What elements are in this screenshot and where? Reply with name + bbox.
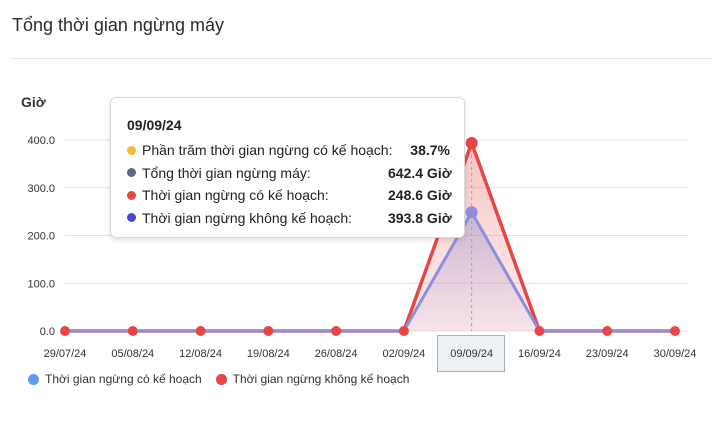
x-tick-label: 26/08/24	[315, 348, 358, 360]
x-tick-label: 02/09/24	[382, 348, 425, 360]
data-point	[398, 326, 409, 336]
x-tick-label: 12/08/24	[179, 348, 222, 360]
tooltip-dot	[127, 168, 136, 178]
tooltip-label: Thời gian ngừng có kế hoạch:	[142, 187, 329, 204]
tooltip-row-unplanned: Thời gian ngừng không kế hoạch: 393.8 Gi…	[127, 207, 452, 230]
x-tick-label: 23/09/24	[586, 348, 629, 360]
legend-label-planned: Thời gian ngừng có kế hoạch	[45, 372, 202, 386]
chart-tooltip: 09/09/24 Phần trăm thời gian ngừng có kế…	[110, 97, 465, 238]
tooltip-dot	[127, 190, 136, 200]
tooltip-value: 38.7%	[410, 142, 450, 159]
tooltip-title: 09/09/24	[127, 117, 182, 133]
tooltip-row-total: Tổng thời gian ngừng máy: 642.4 Giờ	[127, 162, 452, 185]
data-point	[331, 326, 342, 336]
tooltip-value: 642.4 Giờ	[388, 164, 452, 181]
y-tick-label: 200.0	[27, 231, 55, 243]
y-tick-label: 100.0	[27, 278, 55, 290]
y-tick-label: 400.0	[27, 135, 55, 147]
tooltip-row-planned: Thời gian ngừng có kế hoạch: 248.6 Giờ	[127, 184, 452, 207]
data-point	[670, 326, 680, 336]
legend-label-unplanned: Thời gian ngừng không kế hoạch	[232, 372, 410, 386]
x-tick-label: 19/08/24	[247, 348, 290, 360]
data-point	[60, 326, 70, 336]
data-point	[195, 326, 206, 336]
data-point-highlight	[465, 136, 478, 149]
x-tick-label: 16/09/24	[518, 348, 561, 360]
tooltip-dot	[127, 213, 136, 223]
legend-item-unplanned[interactable]: Thời gian ngừng không kế hoạch	[215, 372, 410, 386]
y-axis-label: Giờ	[21, 94, 46, 110]
x-tick-label: 29/07/24	[44, 348, 87, 360]
data-point	[534, 326, 545, 336]
x-tick-label: 30/09/24	[654, 348, 697, 360]
data-point	[263, 326, 274, 336]
legend-item-planned[interactable]: Thời gian ngừng có kế hoạch	[28, 372, 202, 386]
x-tick-label: 09/09/24	[450, 348, 493, 360]
tooltip-dot	[127, 145, 136, 155]
tooltip-label: Phần trăm thời gian ngừng có kế hoạch:	[142, 142, 393, 159]
tooltip-label: Tổng thời gian ngừng máy:	[142, 164, 311, 181]
legend-marker-unplanned	[215, 373, 227, 385]
tooltip-value: 248.6 Giờ	[388, 187, 452, 204]
tooltip-label: Thời gian ngừng không kế hoạch:	[142, 209, 353, 226]
x-tick-label: 05/08/24	[111, 348, 154, 360]
tooltip-value: 393.8 Giờ	[388, 209, 452, 226]
y-tick-label: 0.0	[40, 326, 55, 338]
data-point-highlight	[465, 206, 478, 219]
legend: Thời gian ngừng có kế hoạch Thời gian ng…	[28, 372, 409, 386]
y-tick-label: 300.0	[27, 183, 55, 195]
data-point	[127, 326, 138, 336]
tooltip-row-planned-percent: Phần trăm thời gian ngừng có kế hoạch: 3…	[127, 139, 450, 162]
legend-marker-planned	[28, 373, 39, 385]
data-point	[602, 326, 613, 336]
